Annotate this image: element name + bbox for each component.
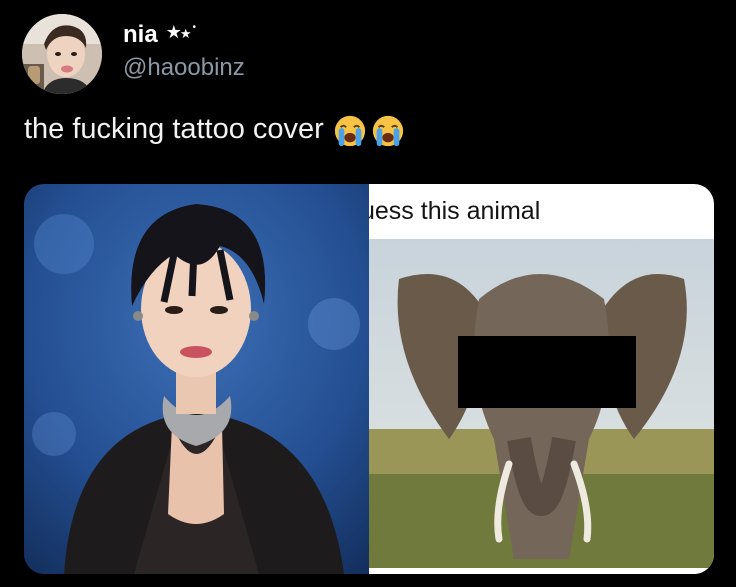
performer-portrait (24, 184, 369, 574)
user-handle[interactable]: @haoobinz (123, 52, 245, 84)
post-media[interactable]: uess this animal (24, 184, 714, 574)
loudly-crying-face-icon (372, 115, 403, 147)
author-names: nia ★★ • @haoobinz (123, 18, 245, 84)
avatar-photo (22, 14, 102, 94)
loudly-crying-face-icon (334, 115, 365, 147)
guess-animal-meme[interactable]: uess this animal (369, 184, 714, 574)
post-text: the fucking tattoo cover (24, 112, 324, 145)
censor-bar (458, 336, 636, 408)
small-star-icon: ★ (179, 26, 192, 41)
post-text-row: the fucking tattoo cover (24, 112, 405, 147)
name-stars: ★★ • (165, 17, 196, 51)
avatar[interactable] (22, 14, 102, 94)
dot-icon: • (192, 22, 195, 33)
performer-photo[interactable] (24, 184, 369, 574)
display-name[interactable]: nia (123, 20, 158, 50)
post-header: nia ★★ • @haoobinz (22, 14, 245, 94)
star-icon: ★ (165, 22, 182, 42)
meme-caption: uess this animal (369, 197, 541, 225)
display-name-row[interactable]: nia ★★ • (123, 18, 245, 52)
meme-border (369, 568, 714, 574)
